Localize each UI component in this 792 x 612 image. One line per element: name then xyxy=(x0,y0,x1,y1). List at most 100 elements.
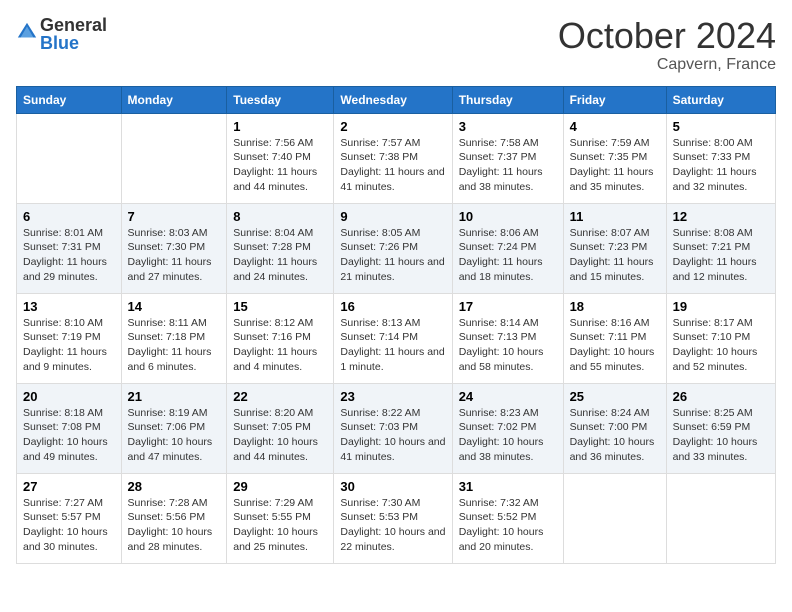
col-header-sunday: Sunday xyxy=(17,86,122,113)
calendar-cell: 24 Sunrise: 8:23 AMSunset: 7:02 PMDayligh… xyxy=(452,383,563,473)
day-detail: Sunrise: 8:13 AMSunset: 7:14 PMDaylight:… xyxy=(340,316,445,375)
col-header-friday: Friday xyxy=(563,86,666,113)
calendar-cell: 31 Sunrise: 7:32 AMSunset: 5:52 PMDayligh… xyxy=(452,473,563,563)
day-detail: Sunrise: 8:08 AMSunset: 7:21 PMDaylight:… xyxy=(673,226,769,285)
day-number: 26 xyxy=(673,389,769,404)
day-detail: Sunrise: 8:06 AMSunset: 7:24 PMDaylight:… xyxy=(459,226,557,285)
day-number: 31 xyxy=(459,479,557,494)
day-number: 11 xyxy=(570,209,660,224)
day-detail: Sunrise: 8:20 AMSunset: 7:05 PMDaylight:… xyxy=(233,406,327,465)
day-detail: Sunrise: 8:00 AMSunset: 7:33 PMDaylight:… xyxy=(673,136,769,195)
calendar-header-row: SundayMondayTuesdayWednesdayThursdayFrid… xyxy=(17,86,776,113)
day-number: 24 xyxy=(459,389,557,404)
logo-blue: Blue xyxy=(40,34,107,52)
day-detail: Sunrise: 8:24 AMSunset: 7:00 PMDaylight:… xyxy=(570,406,660,465)
calendar-cell: 22 Sunrise: 8:20 AMSunset: 7:05 PMDayligh… xyxy=(227,383,334,473)
day-number: 20 xyxy=(23,389,115,404)
day-detail: Sunrise: 7:29 AMSunset: 5:55 PMDaylight:… xyxy=(233,496,327,555)
col-header-wednesday: Wednesday xyxy=(334,86,452,113)
day-detail: Sunrise: 8:12 AMSunset: 7:16 PMDaylight:… xyxy=(233,316,327,375)
day-detail: Sunrise: 8:19 AMSunset: 7:06 PMDaylight:… xyxy=(128,406,221,465)
day-detail: Sunrise: 8:14 AMSunset: 7:13 PMDaylight:… xyxy=(459,316,557,375)
day-detail: Sunrise: 7:27 AMSunset: 5:57 PMDaylight:… xyxy=(23,496,115,555)
day-number: 16 xyxy=(340,299,445,314)
day-detail: Sunrise: 7:58 AMSunset: 7:37 PMDaylight:… xyxy=(459,136,557,195)
day-detail: Sunrise: 8:04 AMSunset: 7:28 PMDaylight:… xyxy=(233,226,327,285)
day-number: 13 xyxy=(23,299,115,314)
col-header-saturday: Saturday xyxy=(666,86,775,113)
calendar-cell: 13 Sunrise: 8:10 AMSunset: 7:19 PMDayligh… xyxy=(17,293,122,383)
day-number: 5 xyxy=(673,119,769,134)
calendar-cell xyxy=(17,113,122,203)
calendar-cell: 18Sunrise: 8:16 AMSunset: 7:11 PMDayligh… xyxy=(563,293,666,383)
calendar-cell xyxy=(121,113,227,203)
calendar-week-row: 20 Sunrise: 8:18 AMSunset: 7:08 PMDayligh… xyxy=(17,383,776,473)
day-number: 12 xyxy=(673,209,769,224)
calendar-cell: 6Sunrise: 8:01 AMSunset: 7:31 PMDaylight… xyxy=(17,203,122,293)
day-number: 9 xyxy=(340,209,445,224)
calendar-cell: 25 Sunrise: 8:24 AMSunset: 7:00 PMDayligh… xyxy=(563,383,666,473)
logo-general: General xyxy=(40,16,107,34)
day-number: 29 xyxy=(233,479,327,494)
calendar-cell xyxy=(563,473,666,563)
day-number: 15 xyxy=(233,299,327,314)
day-detail: Sunrise: 8:07 AMSunset: 7:23 PMDaylight:… xyxy=(570,226,660,285)
calendar-cell: 30Sunrise: 7:30 AMSunset: 5:53 PMDayligh… xyxy=(334,473,452,563)
logo: General Blue xyxy=(16,16,107,52)
day-detail: Sunrise: 8:10 AMSunset: 7:19 PMDaylight:… xyxy=(23,316,115,375)
calendar-week-row: 1Sunrise: 7:56 AMSunset: 7:40 PMDaylight… xyxy=(17,113,776,203)
calendar-cell: 7 Sunrise: 8:03 AMSunset: 7:30 PMDaylight… xyxy=(121,203,227,293)
day-number: 8 xyxy=(233,209,327,224)
day-number: 27 xyxy=(23,479,115,494)
day-detail: Sunrise: 8:18 AMSunset: 7:08 PMDaylight:… xyxy=(23,406,115,465)
location: Capvern, France xyxy=(558,56,776,74)
col-header-monday: Monday xyxy=(121,86,227,113)
day-number: 19 xyxy=(673,299,769,314)
calendar-cell: 19Sunrise: 8:17 AMSunset: 7:10 PMDayligh… xyxy=(666,293,775,383)
day-number: 4 xyxy=(570,119,660,134)
calendar-cell: 5 Sunrise: 8:00 AMSunset: 7:33 PMDaylight… xyxy=(666,113,775,203)
calendar-cell: 16 Sunrise: 8:13 AMSunset: 7:14 PMDayligh… xyxy=(334,293,452,383)
day-detail: Sunrise: 8:23 AMSunset: 7:02 PMDaylight:… xyxy=(459,406,557,465)
calendar-cell: 29 Sunrise: 7:29 AMSunset: 5:55 PMDayligh… xyxy=(227,473,334,563)
day-number: 22 xyxy=(233,389,327,404)
calendar-cell: 8 Sunrise: 8:04 AMSunset: 7:28 PMDaylight… xyxy=(227,203,334,293)
calendar-cell: 4 Sunrise: 7:59 AMSunset: 7:35 PMDaylight… xyxy=(563,113,666,203)
day-number: 25 xyxy=(570,389,660,404)
day-detail: Sunrise: 7:59 AMSunset: 7:35 PMDaylight:… xyxy=(570,136,660,195)
calendar-cell: 17Sunrise: 8:14 AMSunset: 7:13 PMDayligh… xyxy=(452,293,563,383)
day-number: 1 xyxy=(233,119,327,134)
day-detail: Sunrise: 8:03 AMSunset: 7:30 PMDaylight:… xyxy=(128,226,221,285)
day-detail: Sunrise: 7:57 AMSunset: 7:38 PMDaylight:… xyxy=(340,136,445,195)
day-number: 7 xyxy=(128,209,221,224)
day-number: 10 xyxy=(459,209,557,224)
day-number: 21 xyxy=(128,389,221,404)
calendar-cell: 23 Sunrise: 8:22 AMSunset: 7:03 PMDayligh… xyxy=(334,383,452,473)
day-detail: Sunrise: 7:28 AMSunset: 5:56 PMDaylight:… xyxy=(128,496,221,555)
title-block: October 2024 Capvern, France xyxy=(558,16,776,74)
day-detail: Sunrise: 8:11 AMSunset: 7:18 PMDaylight:… xyxy=(128,316,221,375)
day-number: 30 xyxy=(340,479,445,494)
calendar-cell: 11 Sunrise: 8:07 AMSunset: 7:23 PMDayligh… xyxy=(563,203,666,293)
calendar-week-row: 6Sunrise: 8:01 AMSunset: 7:31 PMDaylight… xyxy=(17,203,776,293)
calendar-table: SundayMondayTuesdayWednesdayThursdayFrid… xyxy=(16,86,776,564)
calendar-week-row: 27 Sunrise: 7:27 AMSunset: 5:57 PMDayligh… xyxy=(17,473,776,563)
calendar-cell: 12 Sunrise: 8:08 AMSunset: 7:21 PMDayligh… xyxy=(666,203,775,293)
page-header: General Blue October 2024 Capvern, Franc… xyxy=(16,16,776,74)
calendar-cell: 3Sunrise: 7:58 AMSunset: 7:37 PMDaylight… xyxy=(452,113,563,203)
calendar-cell: 14 Sunrise: 8:11 AMSunset: 7:18 PMDayligh… xyxy=(121,293,227,383)
calendar-cell: 15 Sunrise: 8:12 AMSunset: 7:16 PMDayligh… xyxy=(227,293,334,383)
day-detail: Sunrise: 8:22 AMSunset: 7:03 PMDaylight:… xyxy=(340,406,445,465)
month-title: October 2024 xyxy=(558,16,776,56)
calendar-cell: 20 Sunrise: 8:18 AMSunset: 7:08 PMDayligh… xyxy=(17,383,122,473)
day-number: 23 xyxy=(340,389,445,404)
calendar-cell xyxy=(666,473,775,563)
day-detail: Sunrise: 7:32 AMSunset: 5:52 PMDaylight:… xyxy=(459,496,557,555)
calendar-week-row: 13 Sunrise: 8:10 AMSunset: 7:19 PMDayligh… xyxy=(17,293,776,383)
day-number: 14 xyxy=(128,299,221,314)
calendar-cell: 28Sunrise: 7:28 AMSunset: 5:56 PMDayligh… xyxy=(121,473,227,563)
day-number: 18 xyxy=(570,299,660,314)
calendar-cell: 1Sunrise: 7:56 AMSunset: 7:40 PMDaylight… xyxy=(227,113,334,203)
general-blue-icon xyxy=(16,21,38,43)
day-detail: Sunrise: 8:05 AMSunset: 7:26 PMDaylight:… xyxy=(340,226,445,285)
